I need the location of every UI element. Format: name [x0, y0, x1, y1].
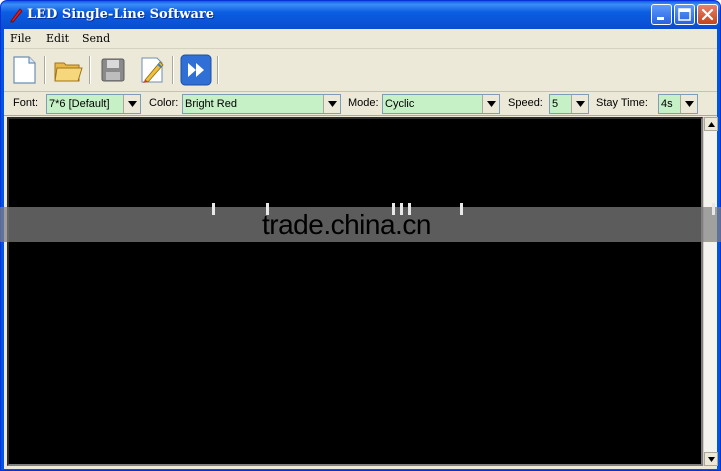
chevron-down-icon — [486, 101, 496, 107]
chevron-down-icon — [127, 101, 137, 107]
maximize-button[interactable] — [674, 4, 695, 25]
stay-time-label: Stay Time: — [596, 97, 648, 109]
mode-select[interactable]: Cyclic — [382, 94, 500, 114]
speed-select[interactable]: 5 — [549, 94, 589, 114]
title-bar[interactable]: LED Single-Line Software — [1, 1, 720, 29]
vertical-scrollbar[interactable] — [703, 117, 718, 466]
color-dropdown-button[interactable] — [323, 95, 340, 113]
menu-bar: File Edit Send — [4, 29, 717, 49]
font-value: 7*6 [Default] — [49, 98, 110, 110]
toolbar-separator — [89, 56, 91, 84]
font-select[interactable]: 7*6 [Default] — [46, 94, 141, 114]
edit-button[interactable] — [135, 54, 167, 86]
chevron-down-icon — [327, 101, 337, 107]
toolbar-separator — [172, 56, 174, 84]
menu-send[interactable]: Send — [82, 32, 110, 45]
close-button[interactable] — [697, 4, 718, 25]
open-button[interactable] — [52, 54, 84, 86]
mode-label: Mode: — [348, 97, 379, 109]
watermark-mark — [212, 203, 215, 215]
send-button[interactable] — [180, 54, 212, 86]
stay-time-value: 4s — [661, 98, 673, 110]
watermark-mark — [712, 203, 715, 215]
font-dropdown-button[interactable] — [123, 95, 140, 113]
toolbar — [4, 50, 717, 92]
open-folder-icon — [54, 62, 83, 82]
color-label: Color: — [149, 97, 179, 109]
toolbar-separator — [44, 56, 46, 84]
toolbar-separator — [217, 56, 219, 84]
led-display-area[interactable] — [7, 117, 703, 466]
new-button[interactable] — [8, 54, 40, 86]
menu-edit[interactable]: Edit — [46, 32, 69, 45]
save-button[interactable] — [97, 54, 129, 86]
mode-dropdown-button[interactable] — [482, 95, 499, 113]
window-title: LED Single-Line Software — [27, 7, 215, 22]
minimize-button[interactable] — [651, 4, 672, 25]
color-select[interactable]: Bright Red — [182, 94, 341, 114]
watermark-mark — [460, 203, 463, 215]
edit-brush-icon — [141, 57, 164, 83]
save-disk-icon — [101, 58, 125, 82]
chevron-down-icon — [707, 456, 715, 462]
color-value: Bright Red — [185, 98, 237, 110]
fast-forward-icon — [180, 54, 212, 86]
speed-label: Speed: — [508, 97, 543, 109]
stay-time-dropdown-button[interactable] — [680, 95, 697, 113]
chevron-down-icon — [575, 101, 585, 107]
options-bar: Font: 7*6 [Default] Color: Bright Red Mo… — [4, 92, 717, 116]
chevron-up-icon — [707, 121, 715, 127]
menu-file[interactable]: File — [10, 32, 31, 45]
scroll-up-button[interactable] — [704, 117, 718, 131]
chevron-down-icon — [684, 101, 694, 107]
watermark-text: trade.china.cn — [262, 209, 431, 240]
font-label: Font: — [13, 97, 39, 109]
stay-time-select[interactable]: 4s — [658, 94, 698, 114]
client-area: File Edit Send Font: 7*6 [Default] Color… — [4, 29, 718, 469]
new-document-icon — [13, 56, 36, 84]
pen-icon — [10, 8, 23, 23]
close-icon — [701, 8, 714, 21]
mode-value: Cyclic — [385, 98, 415, 110]
maximize-icon — [678, 8, 691, 21]
speed-dropdown-button[interactable] — [571, 95, 588, 113]
speed-value: 5 — [552, 98, 559, 110]
minimize-icon — [657, 17, 664, 20]
scroll-down-button[interactable] — [704, 452, 718, 466]
